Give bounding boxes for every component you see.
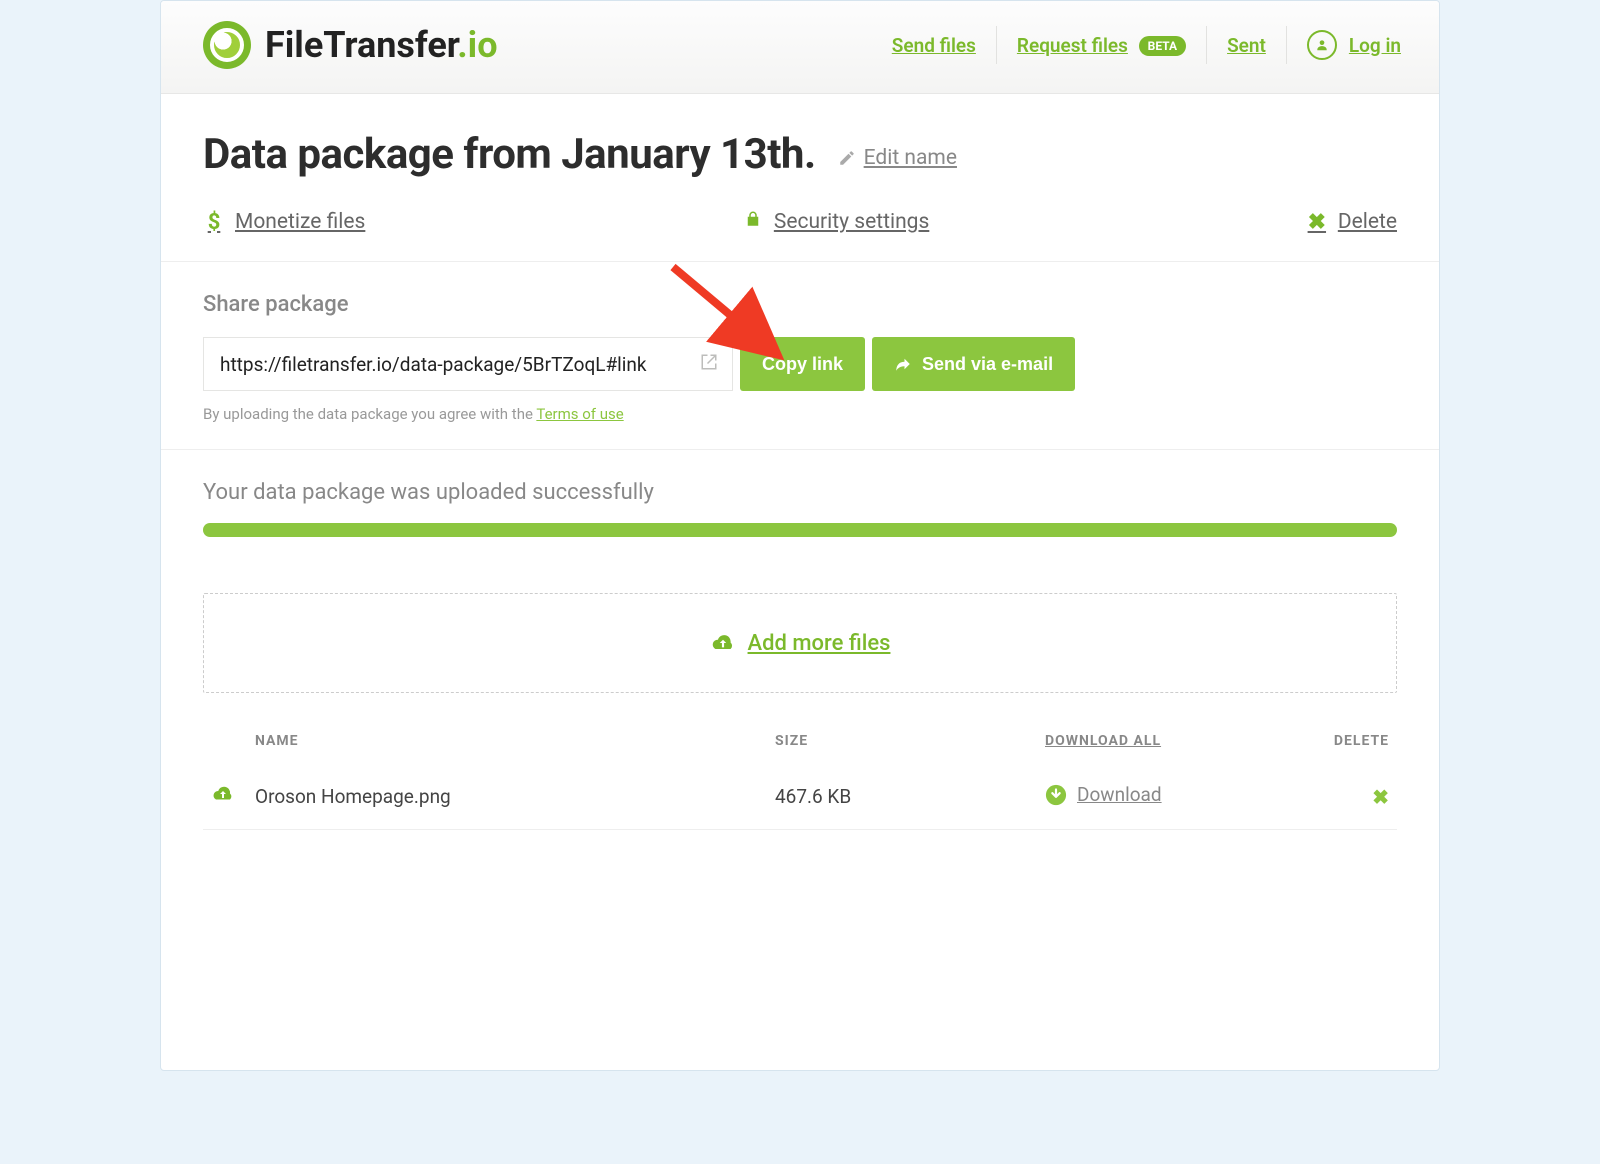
nav-separator <box>1286 26 1287 64</box>
share-row: https://filetransfer.io/data-package/5Br… <box>203 337 1397 391</box>
table-row: Oroson Homepage.png467.6 KB Download ✖ <box>203 765 1397 829</box>
main-nav: Send files Request files BETA Sent Log i… <box>892 26 1401 64</box>
edit-name-link[interactable]: Edit name <box>838 146 957 170</box>
send-email-button[interactable]: Send via e-mail <box>872 337 1075 391</box>
terms-of-use-link[interactable]: Terms of use <box>536 405 623 423</box>
divider <box>161 449 1439 450</box>
col-size: SIZE <box>767 717 1037 765</box>
table-header-row: NAME SIZE DOWNLOAD ALL DELETE <box>203 717 1397 765</box>
brand[interactable]: FileTransfer.io <box>203 21 498 69</box>
nav-separator <box>1206 26 1207 64</box>
share-section: Share package https://filetransfer.io/da… <box>203 262 1397 449</box>
nav-separator <box>996 26 997 64</box>
nav-send-files[interactable]: Send files <box>892 34 976 57</box>
title-row: Data package from January 13th. Edit nam… <box>203 130 1397 179</box>
share-title: Share package <box>203 292 1397 317</box>
files-table: NAME SIZE DOWNLOAD ALL DELETE Oroson Hom… <box>203 717 1397 830</box>
nav-login[interactable]: Log in <box>1307 30 1401 60</box>
file-download-cell: Download <box>1037 765 1307 829</box>
file-size: 467.6 KB <box>767 765 1037 829</box>
beta-badge: BETA <box>1139 36 1186 56</box>
download-circle-icon <box>1045 784 1067 806</box>
col-delete: DELETE <box>1307 717 1397 765</box>
pencil-icon <box>838 149 856 167</box>
cloud-upload-icon <box>211 784 235 804</box>
user-icon <box>1307 30 1337 60</box>
app-window: FileTransfer.io Send files Request files… <box>160 0 1440 1071</box>
brand-name: FileTransfer.io <box>265 24 498 66</box>
file-type-icon-cell <box>203 765 247 829</box>
content: Data package from January 13th. Edit nam… <box>161 94 1439 1070</box>
dollar-icon: $ <box>203 210 225 235</box>
open-external-icon[interactable] <box>700 353 718 376</box>
share-url-text: https://filetransfer.io/data-package/5Br… <box>220 353 647 376</box>
add-more-files-dropzone[interactable]: Add more files <box>203 593 1397 693</box>
upload-success-label: Your data package was uploaded successfu… <box>203 480 1397 505</box>
share-url-box[interactable]: https://filetransfer.io/data-package/5Br… <box>203 337 733 391</box>
nav-request-files[interactable]: Request files BETA <box>1017 34 1186 57</box>
page-title: Data package from January 13th. <box>203 130 816 179</box>
delete-file-button[interactable]: ✖ <box>1372 785 1389 809</box>
copy-link-button[interactable]: Copy link <box>740 337 865 391</box>
delete-package-link[interactable]: ✖ Delete <box>1306 210 1397 235</box>
header: FileTransfer.io Send files Request files… <box>161 1 1439 94</box>
cloud-upload-icon <box>710 633 736 653</box>
upload-progress-bar <box>203 523 1397 537</box>
security-settings-link[interactable]: Security settings <box>742 209 929 235</box>
file-name: Oroson Homepage.png <box>247 765 767 829</box>
actions-row: $ Monetize files Security settings ✖ Del… <box>203 205 1397 261</box>
lock-icon <box>742 209 764 235</box>
nav-sent[interactable]: Sent <box>1227 34 1266 57</box>
file-delete-cell: ✖ <box>1307 765 1397 829</box>
monetize-files-link[interactable]: $ Monetize files <box>203 210 365 235</box>
download-all-link[interactable]: DOWNLOAD ALL <box>1045 733 1161 749</box>
col-download-all: DOWNLOAD ALL <box>1037 717 1307 765</box>
close-icon: ✖ <box>1306 210 1328 235</box>
brand-logo-icon <box>203 21 251 69</box>
download-file-link[interactable]: Download <box>1045 783 1162 806</box>
col-name: NAME <box>247 717 767 765</box>
share-arrow-icon <box>894 355 912 373</box>
terms-line: By uploading the data package you agree … <box>203 405 1397 423</box>
